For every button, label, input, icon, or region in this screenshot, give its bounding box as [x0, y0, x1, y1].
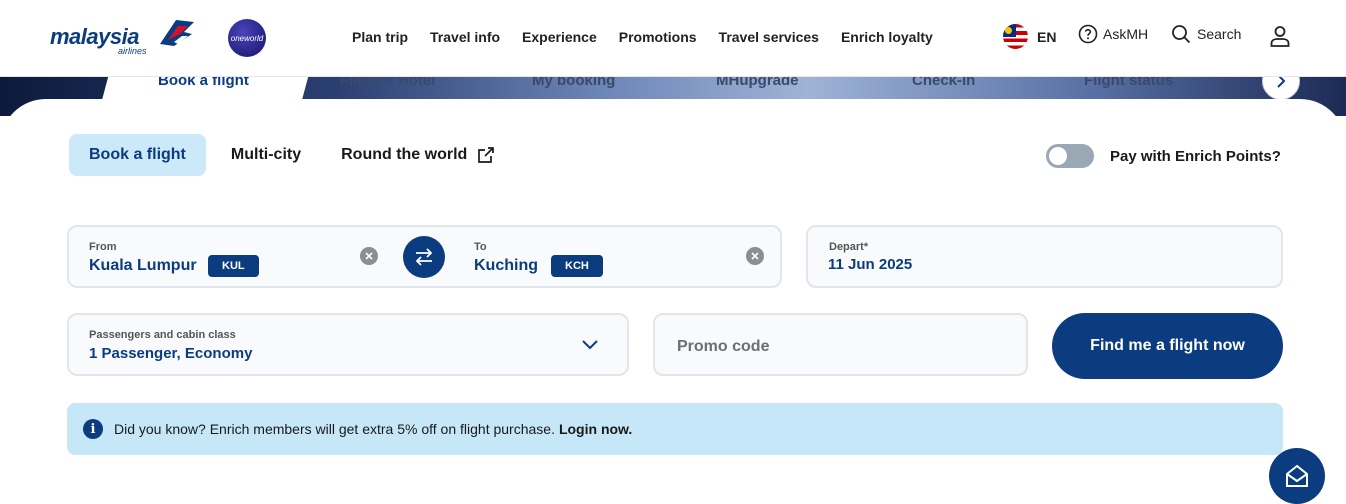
- logo-subtext: airlines: [118, 46, 147, 56]
- info-message: Did you know? Enrich members will get ex…: [114, 421, 555, 437]
- tabs-next-button[interactable]: [1262, 76, 1300, 100]
- trip-type-tabs: Book a flight Multi-city Round the world: [69, 134, 515, 176]
- enrich-points-label: Pay with Enrich Points?: [1110, 147, 1281, 165]
- language-selector[interactable]: EN: [1003, 24, 1056, 49]
- from-airport-code: KUL: [208, 255, 259, 277]
- site-header: malaysia airlines oneworld Plan trip Tra…: [0, 0, 1346, 77]
- user-account-icon[interactable]: [1268, 24, 1292, 48]
- info-banner: i Did you know? Enrich members will get …: [67, 403, 1283, 455]
- swap-airports-button[interactable]: [403, 236, 445, 278]
- from-label: From: [89, 241, 117, 253]
- to-field[interactable]: To Kuching KCH: [449, 227, 749, 286]
- external-link-icon: [478, 147, 495, 163]
- booking-tabs: Book a flight Flight + Hotel My booking …: [0, 76, 1346, 92]
- trip-tab-round-the-world[interactable]: Round the world: [321, 134, 515, 176]
- chevron-down-icon: [582, 340, 598, 350]
- chevron-right-icon: [1277, 76, 1286, 88]
- to-city: Kuching: [474, 257, 538, 274]
- close-icon: [751, 252, 759, 260]
- search-label: Search: [1197, 26, 1242, 42]
- chat-envelope-icon: [1286, 464, 1308, 487]
- promo-code-placeholder: Promo code: [677, 338, 770, 355]
- tab-flight-status[interactable]: Flight status: [1084, 76, 1173, 89]
- help-circle-icon: [1078, 24, 1098, 44]
- tab-mhupgrade[interactable]: MHupgrade: [716, 76, 799, 89]
- oneworld-logo: oneworld: [228, 19, 266, 57]
- oneworld-text: oneworld: [230, 33, 264, 43]
- round-the-world-label: Round the world: [341, 146, 468, 163]
- close-icon: [365, 252, 373, 260]
- nav-enrich-loyalty[interactable]: Enrich loyalty: [841, 29, 933, 45]
- trip-tab-multi-city[interactable]: Multi-city: [211, 134, 321, 176]
- toggle-knob: [1049, 147, 1067, 165]
- promo-code-input[interactable]: Promo code: [653, 313, 1028, 376]
- malaysia-flag-icon: [1003, 24, 1028, 49]
- swap-arrows-icon: [415, 248, 433, 266]
- find-flight-button[interactable]: Find me a flight now: [1052, 313, 1283, 379]
- nav-travel-services[interactable]: Travel services: [719, 29, 819, 45]
- malaysia-airlines-logo[interactable]: malaysia airlines: [50, 18, 200, 58]
- info-text: Did you know? Enrich members will get ex…: [114, 421, 632, 437]
- nav-plan-trip[interactable]: Plan trip: [352, 29, 408, 45]
- tab-my-booking[interactable]: My booking: [532, 76, 615, 89]
- passengers-label: Passengers and cabin class: [89, 329, 236, 341]
- nav-travel-info[interactable]: Travel info: [430, 29, 500, 45]
- trip-tab-book-a-flight[interactable]: Book a flight: [69, 134, 206, 176]
- passengers-cabin-select[interactable]: Passengers and cabin class 1 Passenger, …: [67, 313, 629, 376]
- search-button[interactable]: Search: [1171, 24, 1241, 44]
- tab-check-in[interactable]: Check-in: [912, 76, 975, 89]
- main-nav: Plan trip Travel info Experience Promoti…: [352, 29, 955, 45]
- enrich-points-toggle-group: Pay with Enrich Points?: [1046, 144, 1281, 168]
- askmh-button[interactable]: AskMH: [1078, 24, 1148, 44]
- booking-card: Book a flight Multi-city Round the world…: [0, 99, 1346, 499]
- tab-flight-hotel[interactable]: Flight + Hotel: [340, 76, 435, 89]
- search-icon: [1172, 25, 1191, 44]
- to-label: To: [474, 241, 487, 253]
- depart-date: 11 Jun 2025: [828, 256, 913, 273]
- info-icon: i: [83, 419, 103, 439]
- clear-to-button[interactable]: [746, 247, 764, 265]
- nav-promotions[interactable]: Promotions: [619, 29, 697, 45]
- from-city: Kuala Lumpur: [89, 257, 197, 274]
- nav-experience[interactable]: Experience: [522, 29, 597, 45]
- kite-logo-icon: [160, 20, 194, 46]
- enrich-points-toggle[interactable]: [1046, 144, 1094, 168]
- clear-from-button[interactable]: [360, 247, 378, 265]
- language-label: EN: [1037, 28, 1057, 45]
- askmh-label: AskMH: [1103, 26, 1149, 42]
- passengers-value: 1 Passenger, Economy: [89, 345, 253, 362]
- tab-book-a-flight[interactable]: Book a flight: [158, 76, 249, 89]
- depart-date-field[interactable]: Depart* 11 Jun 2025: [806, 225, 1283, 288]
- login-now-link[interactable]: Login now.: [559, 421, 632, 437]
- depart-label: Depart*: [829, 241, 869, 253]
- to-airport-code: KCH: [551, 255, 603, 277]
- chat-support-button[interactable]: [1269, 448, 1325, 504]
- from-field[interactable]: From Kuala Lumpur KUL: [69, 227, 389, 286]
